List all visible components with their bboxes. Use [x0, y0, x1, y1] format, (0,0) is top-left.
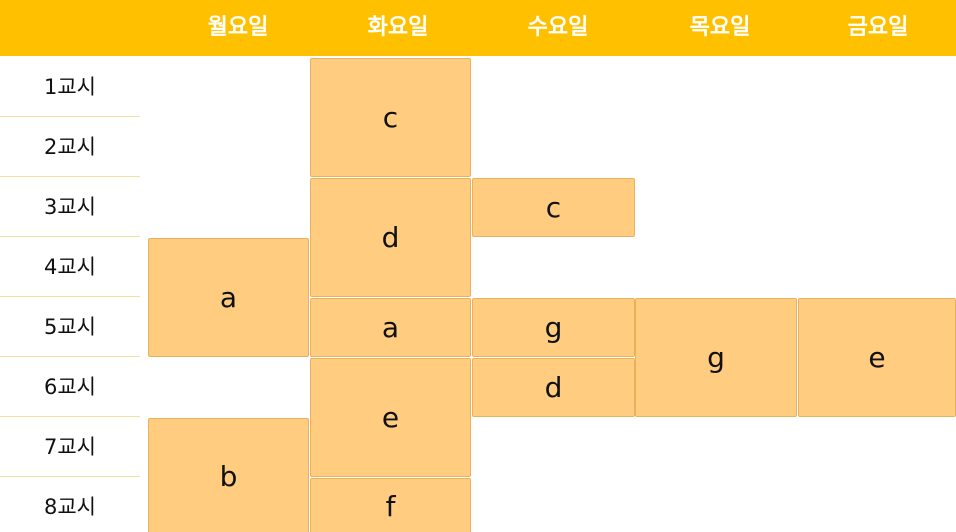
day-header-fri: 금요일 [847, 15, 909, 40]
class-block-wed-d[interactable]: d [472, 358, 635, 417]
period-label-8: 8교시 [43, 495, 96, 519]
timetable: 월요일 화요일 수요일 목요일 금요일 1교시 2교시 3교시 4교시 5교시 … [0, 0, 956, 532]
class-block-thu-g[interactable]: g [635, 298, 797, 417]
period-label-7: 7교시 [43, 435, 96, 459]
class-block-mon-b[interactable]: b [148, 418, 309, 532]
class-block-tue-c[interactable]: c [310, 58, 471, 177]
class-block-mon-a[interactable]: a [148, 238, 309, 357]
class-block-tue-e[interactable]: e [310, 358, 471, 477]
day-header-wed: 수요일 [527, 15, 589, 40]
class-block-tue-a[interactable]: a [310, 298, 471, 357]
class-block-tue-f[interactable]: f [310, 478, 471, 532]
period-label-3: 3교시 [43, 195, 96, 219]
day-header-mon: 월요일 [207, 15, 269, 40]
period-label-4: 4교시 [43, 255, 96, 279]
period-label-2: 2교시 [43, 135, 96, 159]
period-label-1: 1교시 [43, 75, 96, 99]
class-block-wed-c[interactable]: c [472, 178, 635, 237]
class-block-wed-g[interactable]: g [472, 298, 635, 357]
day-header-tue: 화요일 [367, 15, 429, 40]
class-block-tue-d[interactable]: d [310, 178, 471, 297]
day-header-thu: 목요일 [689, 15, 751, 40]
class-block-fri-e[interactable]: e [798, 298, 956, 417]
period-label-5: 5교시 [43, 315, 96, 339]
period-label-6: 6교시 [43, 375, 96, 399]
